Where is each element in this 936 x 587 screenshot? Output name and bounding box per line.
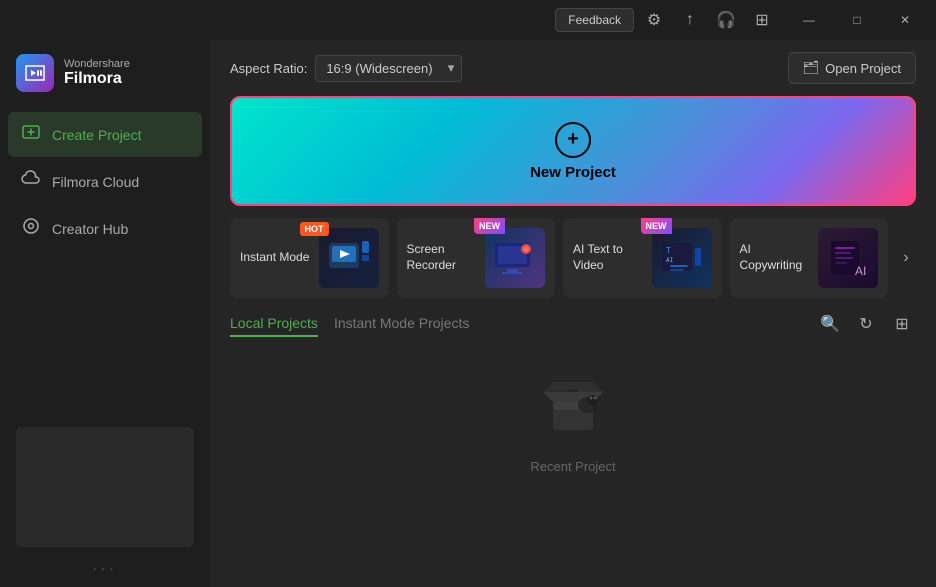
- maximize-button[interactable]: □: [834, 4, 880, 36]
- feedback-button[interactable]: Feedback: [555, 8, 634, 32]
- logo-text: Wondershare Filmora: [64, 58, 130, 88]
- sidebar-bottom: ...: [0, 415, 210, 587]
- aspect-ratio-selector: Aspect Ratio: 16:9 (Widescreen) 9:16 (Po…: [230, 55, 462, 82]
- ai-copywriting-thumbnail: AI: [818, 228, 878, 288]
- grid-view-button[interactable]: ⊞: [888, 310, 916, 338]
- logo-brand: Wondershare: [64, 58, 130, 70]
- project-actions: 🔍 ↻ ⊞: [816, 310, 916, 338]
- ai-text-video-thumbnail: T AI: [652, 228, 712, 288]
- qa-card-ai-text-video[interactable]: NEW AI Text to Video T AI: [563, 218, 722, 298]
- empty-state: Recent Project: [230, 350, 916, 490]
- empty-state-label: Recent Project: [530, 459, 615, 474]
- instant-mode-thumbnail: [319, 228, 379, 288]
- nav-item-filmora-cloud[interactable]: Filmora Cloud: [8, 159, 202, 204]
- tab-instant-mode-projects[interactable]: Instant Mode Projects: [334, 311, 469, 337]
- creator-hub-icon: [20, 216, 42, 241]
- creator-hub-label: Creator Hub: [52, 221, 128, 237]
- instant-mode-label: Instant Mode: [240, 250, 311, 266]
- folder-icon: 🗂: [803, 60, 820, 76]
- ai-text-video-label: AI Text to Video: [573, 242, 644, 273]
- upload-icon[interactable]: ↑: [674, 4, 706, 36]
- app-logo-icon: [16, 54, 54, 92]
- svg-text:T: T: [666, 246, 671, 255]
- close-button[interactable]: ✕: [882, 4, 928, 36]
- open-project-button[interactable]: 🗂 Open Project: [788, 52, 916, 84]
- screen-recorder-badge: NEW: [474, 218, 505, 234]
- tab-local-projects[interactable]: Local Projects: [230, 311, 318, 337]
- settings-icon[interactable]: ⚙: [638, 4, 670, 36]
- sidebar-dots[interactable]: ...: [16, 557, 194, 575]
- grid-icon[interactable]: ⊞: [746, 4, 778, 36]
- refresh-projects-button[interactable]: ↻: [852, 310, 880, 338]
- top-bar: Aspect Ratio: 16:9 (Widescreen) 9:16 (Po…: [210, 40, 936, 96]
- svg-text:AI: AI: [666, 257, 674, 264]
- nav-item-creator-hub[interactable]: Creator Hub: [8, 206, 202, 251]
- qa-card-screen-recorder[interactable]: NEW Screen Recorder: [397, 218, 556, 298]
- open-project-label: Open Project: [825, 61, 901, 76]
- new-project-plus-icon: +: [555, 122, 591, 158]
- empty-box-icon: [538, 367, 608, 451]
- screen-recorder-thumbnail: [485, 228, 545, 288]
- aspect-ratio-dropdown[interactable]: 16:9 (Widescreen) 9:16 (Portrait) 1:1 (S…: [315, 55, 462, 82]
- ai-text-badge: NEW: [641, 218, 672, 234]
- window-controls: — □ ✕: [786, 4, 928, 36]
- create-project-label: Create Project: [52, 127, 141, 143]
- nav-item-create-project[interactable]: Create Project: [8, 112, 202, 157]
- more-cards-arrow[interactable]: ›: [896, 218, 916, 298]
- ai-copywriting-label: AI Copywriting: [740, 242, 811, 273]
- sidebar: Wondershare Filmora Create Project: [0, 40, 210, 587]
- headset-icon[interactable]: 🎧: [710, 4, 742, 36]
- projects-section: Local Projects Instant Mode Projects 🔍 ↻…: [210, 310, 936, 587]
- logo-area: Wondershare Filmora: [0, 40, 210, 112]
- logo-product: Filmora: [64, 70, 130, 88]
- sidebar-thumbnail: [16, 427, 194, 547]
- search-projects-button[interactable]: 🔍: [816, 310, 844, 338]
- new-project-label: New Project: [530, 164, 616, 181]
- projects-header: Local Projects Instant Mode Projects 🔍 ↻…: [230, 310, 916, 338]
- new-project-banner[interactable]: + New Project: [230, 96, 916, 206]
- projects-tabs: Local Projects Instant Mode Projects: [230, 311, 485, 337]
- screen-recorder-label: Screen Recorder: [407, 242, 478, 273]
- minimize-button[interactable]: —: [786, 4, 832, 36]
- aspect-ratio-label: Aspect Ratio:: [230, 61, 307, 76]
- title-bar: Feedback ⚙ ↑ 🎧 ⊞ — □ ✕: [0, 0, 936, 40]
- aspect-select-wrapper: 16:9 (Widescreen) 9:16 (Portrait) 1:1 (S…: [315, 55, 462, 82]
- nav-items: Create Project Filmora Cloud Creator: [0, 112, 210, 251]
- filmora-cloud-icon: [20, 169, 42, 194]
- instant-mode-badge: HOT: [300, 222, 329, 236]
- create-project-icon: [20, 122, 42, 147]
- quick-access-row: HOT Instant Mode NEW Screen Recorder: [210, 206, 936, 310]
- filmora-cloud-label: Filmora Cloud: [52, 174, 139, 190]
- content-area: Aspect Ratio: 16:9 (Widescreen) 9:16 (Po…: [210, 40, 936, 587]
- qa-card-instant-mode[interactable]: HOT Instant Mode: [230, 218, 389, 298]
- svg-text:AI: AI: [855, 264, 866, 278]
- qa-card-ai-copywriting[interactable]: AI Copywriting AI: [730, 218, 889, 298]
- main-layout: Wondershare Filmora Create Project: [0, 40, 936, 587]
